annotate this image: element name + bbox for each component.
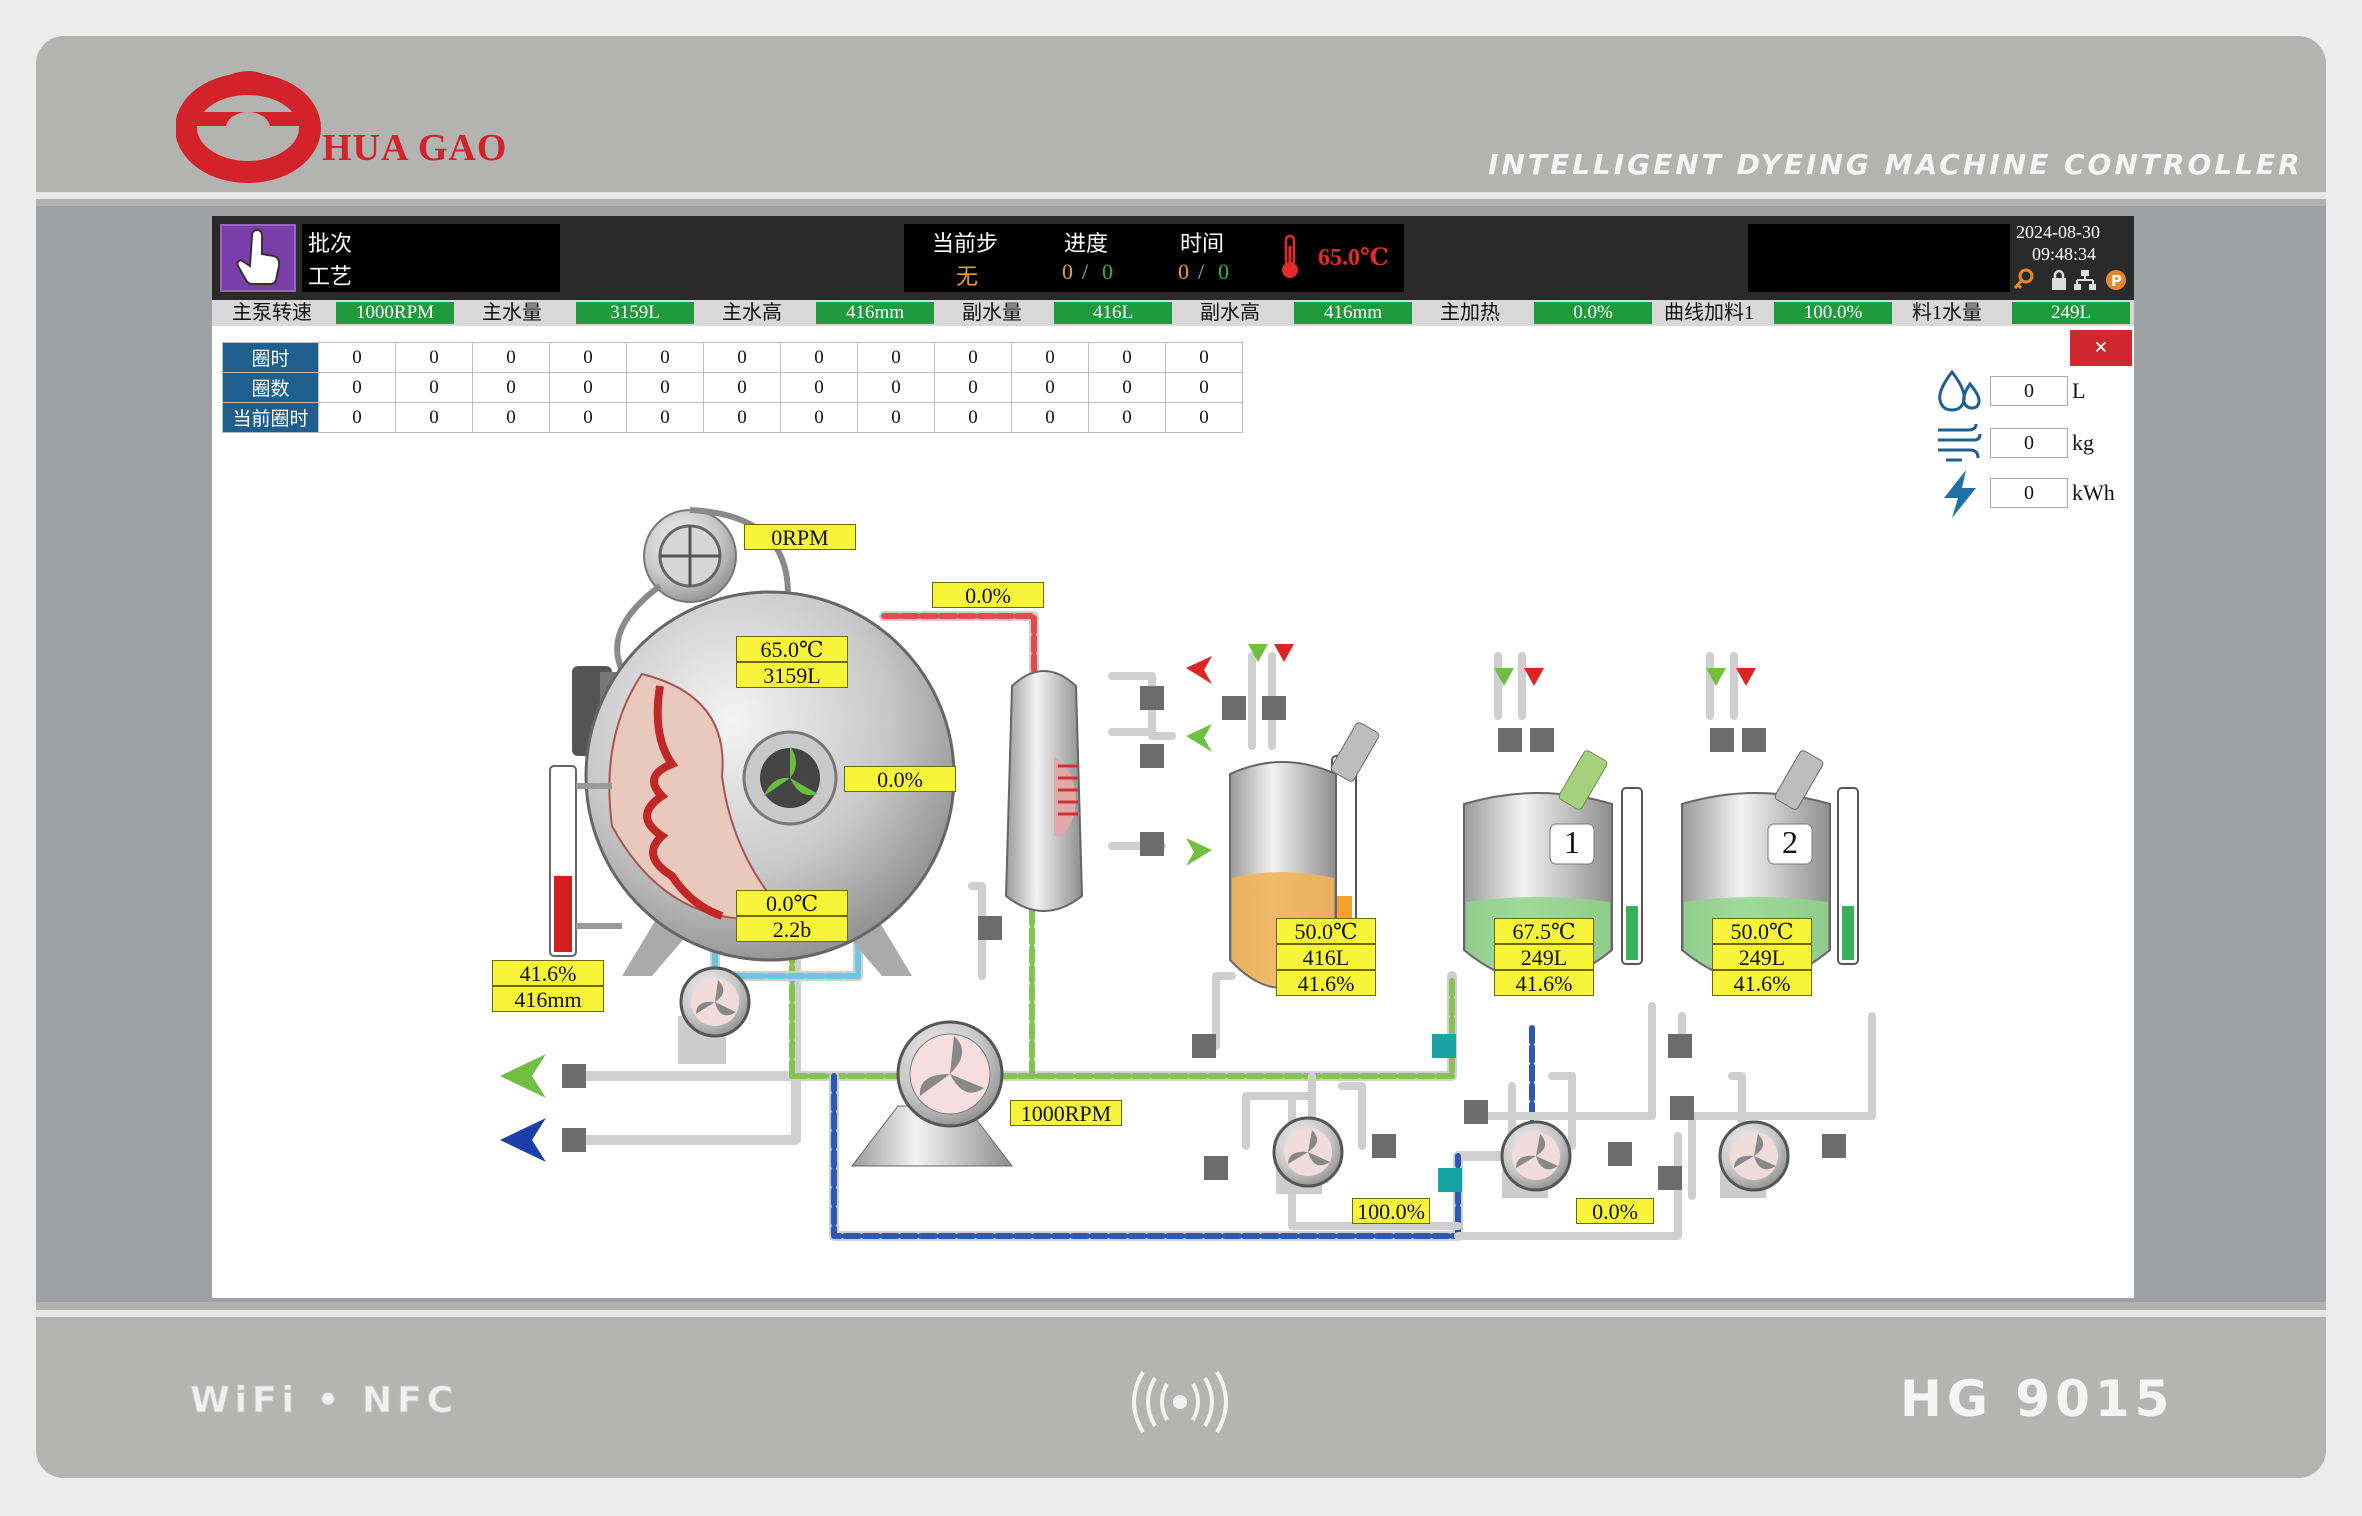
tank1-pump [1500,1120,1572,1198]
vessel-bottom-temp-readout: 0.0℃ [736,890,848,916]
tank2-temp-readout: 50.0℃ [1712,918,1812,944]
process-diagram [500,507,1876,1241]
cool-out-arrow-icon [1186,838,1212,866]
tank1-temp-readout: 67.5℃ [1494,918,1594,944]
top-pipe-pct-readout: 0.0% [932,582,1044,608]
cool-in-arrow-icon [1186,724,1212,752]
nfc-icon [1132,1370,1228,1434]
vessel-temp-readout: 65.0℃ [736,636,848,662]
level-height-readout: 416mm [492,986,604,1012]
tank1-number: 1 [1564,824,1580,860]
level-pct-readout: 41.6% [492,960,604,986]
drain-out-arrow-icon [500,1118,546,1162]
hmi-screen: 批次 工艺 当前步 无 进度 0 / 0 时间 0 / 0 65.0℃ 2024… [212,216,2134,1298]
return-pump [678,966,751,1064]
device-title: INTELLIGENT DYEING MACHINE CONTROLLER [1488,148,2303,181]
circulation-pump [850,1020,1014,1167]
heat-exchanger [1004,670,1084,912]
connectivity-label: WiFi • NFC [189,1380,459,1422]
vessel-right-pct-readout: 0.0% [844,766,956,792]
tank2-number: 2 [1782,824,1798,860]
aux-tank-temp-readout: 50.0℃ [1276,918,1376,944]
main-pump-rpm-readout: 1000RPM [1010,1100,1122,1126]
dosing-pct-2-readout: 0.0% [1576,1198,1654,1224]
tank2-pct-readout: 41.6% [1712,970,1812,996]
steam-in-arrow-icon [1186,656,1212,684]
water-in-arrow-icon [500,1054,546,1098]
tank2-pump [1718,1120,1790,1198]
tank1-pct-readout: 41.6% [1494,970,1594,996]
aux-tank-volume-readout: 416L [1276,944,1376,970]
vessel-volume-readout: 3159L [736,662,848,688]
aux-tank-pump [1272,1116,1344,1194]
reel-speed-readout: 0RPM [744,524,856,550]
hua-gao-logo-icon [176,71,321,183]
brand-name: HUA GAO [322,127,508,169]
vessel-pressure-readout: 2.2b [736,916,848,942]
tank2-volume-readout: 249L [1712,944,1812,970]
model-number: HG 9015 [1900,1370,2175,1428]
aux-tank-pct-readout: 41.6% [1276,970,1376,996]
tank1-volume-readout: 249L [1494,944,1594,970]
dosing-pct-1-readout: 100.0% [1352,1198,1430,1224]
